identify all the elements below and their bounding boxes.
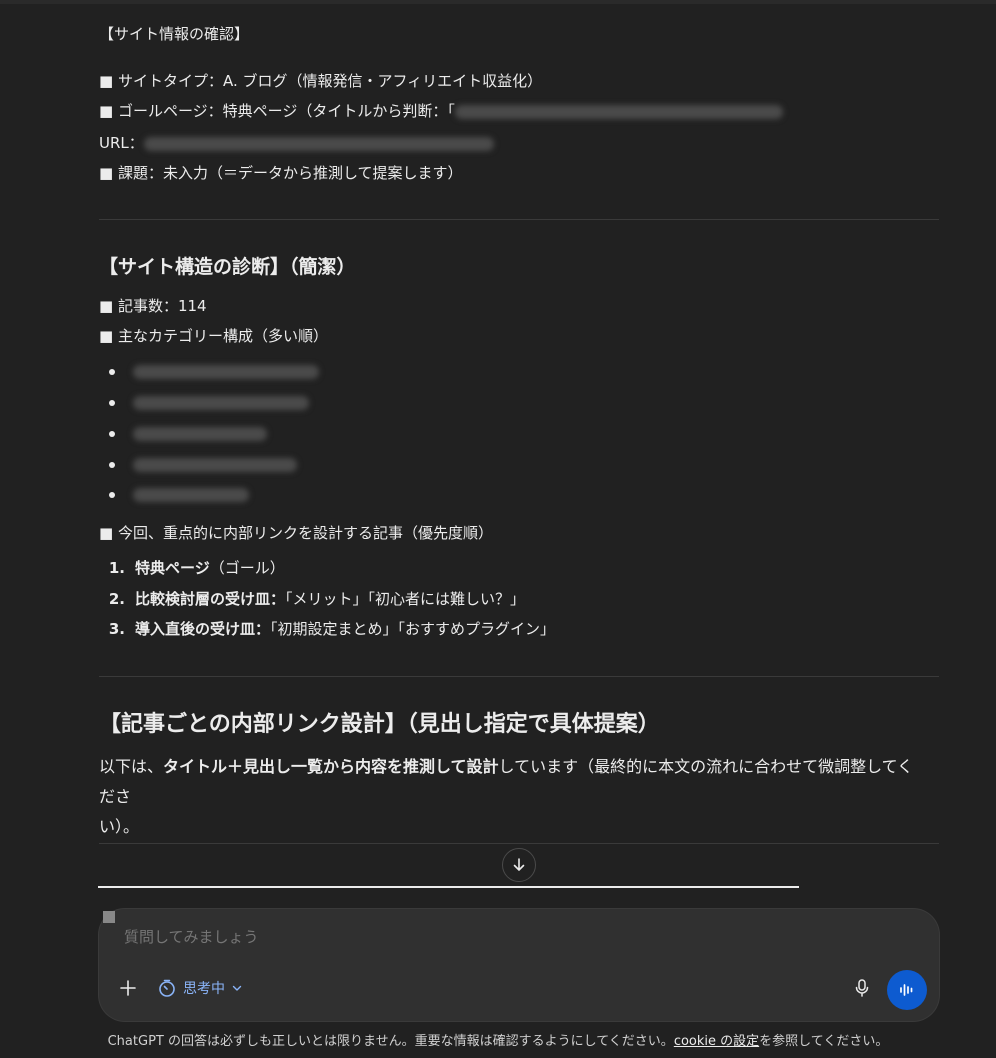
priority-item: 3. 導入直後の受け皿：「初期設定まとめ」「おすすめプラグイン」 xyxy=(99,619,555,639)
priority-item-title: 比較検討層の受け皿： xyxy=(135,590,286,608)
issue-line: ■ 課題：未入力（＝データから推測して提案します） xyxy=(99,164,463,182)
microphone-icon xyxy=(855,979,869,997)
separator-bar xyxy=(98,886,799,888)
intro-text: い）。 xyxy=(99,817,140,836)
priority-item-detail: （ゴール） xyxy=(209,559,285,577)
arrow-down-icon xyxy=(513,858,525,871)
intro-text: 以下は、 xyxy=(99,757,164,776)
intro-emphasis: タイトル＋見出し一覧から内容を推測して設計 xyxy=(163,757,499,776)
redacted-category xyxy=(133,396,309,410)
list-number: 2. xyxy=(108,590,125,608)
top-edge xyxy=(0,0,996,4)
list-bullet xyxy=(109,462,115,468)
redacted-category xyxy=(133,458,297,472)
add-attachment-button[interactable] xyxy=(117,977,139,999)
disclaimer-footer: ChatGPT の回答は必ずしも正しいとは限りません。重要な情報は確認するように… xyxy=(0,1030,996,1049)
priority-item-title: 導入直後の受け皿： xyxy=(135,620,271,638)
site-info-heading: 【サイト情報の確認】 xyxy=(99,25,250,43)
priority-item-title: 特典ページ xyxy=(135,559,210,577)
url-label: URL： xyxy=(99,134,144,152)
list-number: 3. xyxy=(108,620,125,638)
url-line: URL： xyxy=(99,133,494,153)
timer-icon xyxy=(159,979,175,997)
waveform-icon xyxy=(900,984,913,996)
corner-marker xyxy=(103,911,115,923)
structure-heading: 【サイト構造の診断】（簡潔） xyxy=(99,256,356,278)
divider xyxy=(99,843,939,844)
design-heading: 【記事ごとの内部リンク設計】（見出し指定で具体提案） xyxy=(99,712,660,737)
redacted-category xyxy=(133,427,267,441)
priority-item-detail: 「初期設定まとめ」「おすすめプラグイン」 xyxy=(270,620,556,638)
goal-page-label: ■ ゴールページ：特典ページ（タイトルから判断：「 xyxy=(99,102,455,120)
disclaimer-text-end: を参照してください。 xyxy=(759,1034,889,1049)
redacted-category xyxy=(133,488,249,502)
priority-item: 2. 比較検討層の受け皿：「メリット」「初心者には難しい？」 xyxy=(99,589,525,609)
voice-mode-button[interactable] xyxy=(887,970,927,1010)
divider xyxy=(99,676,939,677)
article-count-line: ■ 記事数：114 xyxy=(99,297,207,315)
chevron-down-icon xyxy=(232,985,242,991)
list-bullet xyxy=(109,400,115,406)
list-bullet xyxy=(109,492,115,498)
dictation-button[interactable] xyxy=(851,977,873,999)
plus-icon xyxy=(120,980,136,996)
priority-item-detail: 「メリット」「初心者には難しい？」 xyxy=(285,590,526,608)
list-bullet xyxy=(109,369,115,375)
priority-heading: ■ 今回、重点的に内部リンクを設計する記事（優先度順） xyxy=(99,524,493,542)
divider xyxy=(99,219,939,220)
scroll-to-bottom-button[interactable] xyxy=(502,848,536,882)
list-number: 1. xyxy=(108,559,125,577)
redacted-url xyxy=(143,136,494,151)
goal-page-line: ■ ゴールページ：特典ページ（タイトルから判断：「 xyxy=(99,101,783,121)
disclaimer-text: ChatGPT の回答は必ずしも正しいとは限りません。重要な情報は確認するように… xyxy=(107,1034,674,1049)
thinking-mode-label: 思考中 xyxy=(183,981,225,997)
thinking-mode-button[interactable]: 思考中 xyxy=(157,977,243,999)
cookie-settings-link[interactable]: cookie の設定 xyxy=(674,1034,759,1049)
category-heading: ■ 主なカテゴリー構成（多い順） xyxy=(99,327,328,345)
list-bullet xyxy=(109,431,115,437)
prompt-input[interactable] xyxy=(122,927,826,947)
redacted-goal-title xyxy=(454,104,783,119)
priority-item: 1. 特典ページ（ゴール） xyxy=(99,558,285,578)
composer: 思考中 xyxy=(99,909,939,1021)
redacted-category xyxy=(133,365,319,379)
design-intro: 以下は、タイトル＋見出し一覧から内容を推測して設計しています（最終的に本文の流れ… xyxy=(99,752,919,842)
site-type-line: ■ サイトタイプ：A. ブログ（情報発信・アフィリエイト収益化） xyxy=(99,72,543,90)
